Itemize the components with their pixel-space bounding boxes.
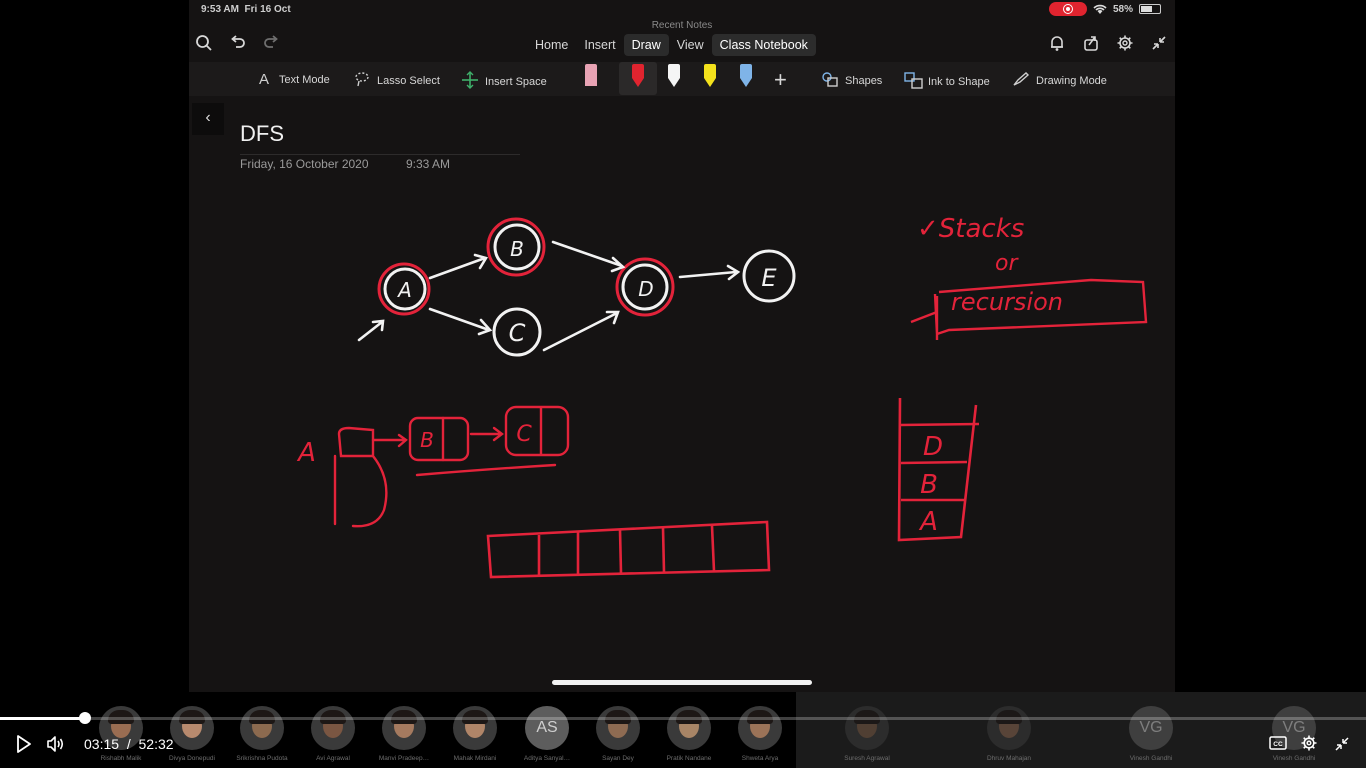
list-node-c-label: C — [516, 422, 532, 447]
stack-drawing — [897, 397, 980, 542]
node-d-label: D — [638, 277, 653, 301]
participant-name: Sayan Dey — [602, 755, 634, 762]
participant-name: Rishabh Malik — [100, 755, 142, 762]
ipad-screen: 9:53 AM Fri 16 Oct 58% Recent Notes Home — [189, 0, 1175, 692]
stack-item-top: D — [923, 432, 943, 462]
progress-knob[interactable] — [78, 712, 91, 724]
participant-avatar[interactable] — [845, 706, 889, 750]
participant-name: Dhruv Mahajan — [986, 755, 1032, 762]
participant-name: Pratik Nandane — [666, 755, 712, 762]
participant-avatar[interactable]: AS — [525, 706, 569, 750]
exit-fullscreen-icon — [1335, 737, 1349, 751]
current-time: 03:15 — [84, 736, 120, 752]
captions-button[interactable]: CC — [1269, 736, 1287, 750]
participant-name: Srikrishna Pudota — [236, 755, 288, 762]
stack-item-bottom: A — [918, 507, 938, 537]
video-player: 9:53 AM Fri 16 Oct 58% Recent Notes Home — [0, 0, 1366, 768]
participant-avatar[interactable] — [170, 706, 214, 750]
participant-avatar[interactable] — [311, 706, 355, 750]
list-node-b-box — [408, 416, 470, 462]
home-indicator[interactable] — [552, 680, 812, 685]
participant-avatar[interactable] — [382, 706, 426, 750]
settings-button[interactable] — [1300, 734, 1318, 752]
participant-name: Suresh Agrawal — [844, 755, 890, 762]
volume-button[interactable] — [46, 735, 66, 753]
approach-note: ✓Stacks or recursion — [917, 214, 1063, 316]
note-or: or — [995, 251, 1019, 276]
play-button[interactable] — [16, 735, 32, 753]
participant-avatar[interactable] — [240, 706, 284, 750]
stack-item-middle: B — [920, 470, 938, 500]
participant-name: Manvi Pradeep… — [378, 755, 430, 762]
participant-name: Divya Donepudi — [169, 755, 215, 762]
progress-track[interactable] — [0, 717, 1366, 720]
node-b-label: B — [510, 237, 524, 261]
participant-avatar[interactable] — [738, 706, 782, 750]
list-underline — [415, 463, 557, 477]
link-arrow-1 — [371, 433, 408, 448]
participant-avatar[interactable]: VG — [1129, 706, 1173, 750]
participant-name: Shweta Arya — [741, 755, 779, 762]
participant-avatar[interactable] — [667, 706, 711, 750]
settings-gear-icon — [1301, 735, 1317, 751]
participant-avatar[interactable] — [596, 706, 640, 750]
progress-fill — [0, 717, 85, 720]
svg-text:CC: CC — [1273, 741, 1283, 748]
timecode: 03:15 / 52:32 — [84, 736, 174, 752]
volume-icon — [47, 736, 64, 752]
array-divider-3 — [618, 529, 623, 574]
start-arrow — [357, 319, 385, 342]
participant-name: Vinesh Gandhi — [1129, 755, 1173, 762]
note-stacks: ✓Stacks — [917, 214, 1024, 244]
list-node-c-box — [504, 405, 570, 457]
edge-c-d — [542, 310, 620, 352]
note-recursion: recursion — [951, 288, 1063, 316]
visited-array — [486, 520, 771, 579]
adjacency-bracket — [333, 426, 388, 528]
edge-a-c — [428, 307, 493, 336]
edge-b-d — [551, 240, 626, 273]
ink-canvas[interactable]: A B C D E ✓Stacks or recursion A B C D B… — [189, 0, 1175, 692]
participant-name: Avi Agrawal — [316, 755, 350, 762]
participant-name: Mahak Mirdani — [453, 755, 497, 762]
participant-avatar[interactable] — [453, 706, 497, 750]
duration: 52:32 — [138, 736, 174, 752]
edge-d-e — [678, 264, 741, 281]
participant-name: Vinesh Gandhi — [1272, 755, 1316, 762]
dfs-graph — [357, 217, 796, 357]
node-e-label: E — [761, 264, 777, 292]
array-divider-5 — [710, 525, 716, 572]
exit-fullscreen-button[interactable] — [1334, 736, 1350, 752]
list-head-label: A — [296, 438, 316, 468]
node-a-label: A — [396, 278, 412, 302]
participant-name: Aditya Sanyal… — [523, 755, 571, 762]
list-node-b-label: B — [420, 428, 434, 452]
adjacency-list — [333, 405, 570, 528]
time-separator: / — [126, 736, 131, 752]
stack-labels: D B A — [918, 432, 943, 537]
node-c-label: C — [509, 319, 526, 347]
participant-avatar[interactable] — [987, 706, 1031, 750]
edge-a-b — [428, 253, 488, 280]
play-icon — [17, 735, 31, 753]
captions-icon: CC — [1269, 736, 1287, 750]
link-arrow-2 — [469, 426, 504, 442]
array-divider-4 — [661, 527, 666, 573]
